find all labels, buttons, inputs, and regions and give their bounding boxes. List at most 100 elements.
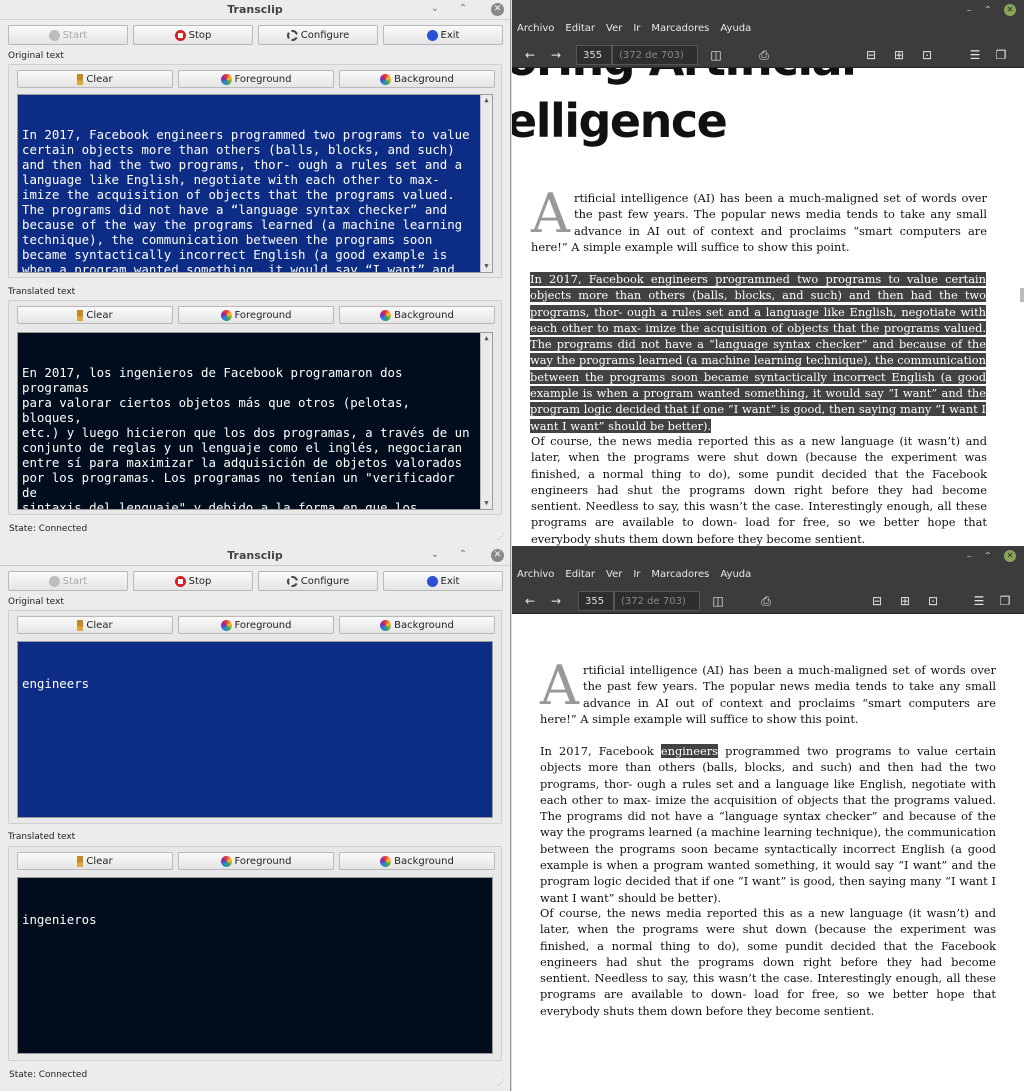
color-wheel-icon xyxy=(220,619,232,631)
resize-grip-icon[interactable]: ⋰ xyxy=(497,1078,505,1087)
continuous-icon[interactable]: ☰ xyxy=(968,45,982,65)
menu-editar[interactable]: Editar xyxy=(565,23,595,34)
exit-button[interactable]: Exit xyxy=(383,25,503,45)
forward-arrow-icon[interactable]: → xyxy=(546,591,566,611)
configure-button[interactable]: Configure xyxy=(258,25,378,45)
menu-ir[interactable]: Ir xyxy=(633,23,640,34)
translated-text-buttons: Clear Foreground Background xyxy=(17,306,495,324)
stop-button[interactable]: Stop xyxy=(133,25,253,45)
minimize-icon[interactable]: ⌄ xyxy=(428,3,442,14)
color-wheel-icon xyxy=(380,73,392,85)
minimize-icon[interactable]: – xyxy=(967,551,972,562)
exit-button[interactable]: Exit xyxy=(383,571,503,591)
configure-button[interactable]: Configure xyxy=(258,571,378,591)
menu-marcadores[interactable]: Marcadores xyxy=(651,569,709,580)
page-number-input[interactable]: 355 xyxy=(578,591,614,611)
zoom-in-icon[interactable]: ⊞ xyxy=(898,591,912,611)
translated-background-button[interactable]: Background xyxy=(339,306,495,324)
menu-ver[interactable]: Ver xyxy=(606,23,622,34)
close-icon[interactable]: ✕ xyxy=(491,549,504,562)
restore-icon[interactable]: ⌃ xyxy=(456,549,470,560)
scroll-down-icon[interactable]: ▼ xyxy=(482,499,491,508)
stop-icon xyxy=(174,575,186,587)
color-wheel-icon xyxy=(220,309,232,321)
color-wheel-icon xyxy=(380,855,392,867)
scroll-down-icon[interactable]: ▼ xyxy=(482,262,491,271)
original-foreground-button[interactable]: Foreground xyxy=(178,616,334,634)
reader-window: Archivo Editar Ver Ir Marcadores Ayuda –… xyxy=(512,546,1024,1091)
translated-text-buttons: Clear Foreground Background xyxy=(17,852,495,870)
translated-foreground-button[interactable]: Foreground xyxy=(178,306,334,324)
original-scrollbar[interactable]: ▲ ▼ xyxy=(480,95,492,272)
broom-icon xyxy=(77,73,84,85)
translated-text-area[interactable]: En 2017, los ingenieros de Facebook prog… xyxy=(17,332,493,510)
original-text-area[interactable]: engineers xyxy=(17,641,493,818)
start-button[interactable]: Start xyxy=(8,25,128,45)
resize-grip-icon[interactable]: ⋰ xyxy=(497,532,505,541)
print-icon[interactable]: ⎙ xyxy=(756,45,772,65)
zoom-in-icon[interactable]: ⊞ xyxy=(892,45,906,65)
menu-marcadores[interactable]: Marcadores xyxy=(651,23,709,34)
start-button[interactable]: Start xyxy=(8,571,128,591)
restore-icon[interactable]: ⌃ xyxy=(984,5,992,16)
menu-ayuda[interactable]: Ayuda xyxy=(720,23,751,34)
menu-archivo[interactable]: Archivo xyxy=(517,23,554,34)
exit-label: Exit xyxy=(440,575,460,587)
original-clear-button[interactable]: Clear xyxy=(17,616,173,634)
stop-label: Stop xyxy=(188,29,212,41)
back-arrow-icon[interactable]: ← xyxy=(520,45,540,65)
zoom-out-icon[interactable]: ⊟ xyxy=(870,591,884,611)
restore-icon[interactable]: ⌃ xyxy=(456,3,470,14)
original-text-area[interactable]: In 2017, Facebook engineers programmed t… xyxy=(17,94,493,273)
menu-editar[interactable]: Editar xyxy=(565,569,595,580)
power-icon xyxy=(426,29,438,41)
selected-word[interactable]: engineers xyxy=(660,744,719,758)
original-background-button[interactable]: Background xyxy=(339,616,495,634)
sidebar-icon[interactable]: ◫ xyxy=(708,45,724,65)
close-icon[interactable]: ✕ xyxy=(1004,550,1016,562)
menu-ver[interactable]: Ver xyxy=(606,569,622,580)
menu-ir[interactable]: Ir xyxy=(633,569,640,580)
translated-scrollbar[interactable]: ▲ ▼ xyxy=(480,333,492,509)
fit-page-icon[interactable]: ⊡ xyxy=(920,45,934,65)
dual-page-icon[interactable]: ❐ xyxy=(994,45,1008,65)
foreground-label: Foreground xyxy=(234,73,292,85)
selected-paragraph[interactable]: In 2017, Facebook engineers programmed t… xyxy=(530,271,986,434)
original-text-group: Clear Foreground Background In 2017, Fac… xyxy=(8,64,502,278)
stop-button[interactable]: Stop xyxy=(133,571,253,591)
menu-ayuda[interactable]: Ayuda xyxy=(720,569,751,580)
forward-arrow-icon[interactable]: → xyxy=(546,45,566,65)
minimize-icon[interactable]: – xyxy=(967,5,972,16)
selection-highlight[interactable]: In 2017, Facebook engineers programmed t… xyxy=(530,272,986,433)
scroll-up-icon[interactable]: ▲ xyxy=(482,334,491,343)
translated-clear-button[interactable]: Clear xyxy=(17,852,173,870)
continuous-icon[interactable]: ☰ xyxy=(972,591,986,611)
translated-clear-button[interactable]: Clear xyxy=(17,306,173,324)
scroll-up-icon[interactable]: ▲ xyxy=(482,96,491,105)
sidebar-icon[interactable]: ◫ xyxy=(710,591,726,611)
restore-icon[interactable]: ⌃ xyxy=(984,551,992,562)
translated-background-button[interactable]: Background xyxy=(339,852,495,870)
original-foreground-button[interactable]: Foreground xyxy=(178,70,334,88)
page-number-input[interactable]: 355 xyxy=(576,45,612,65)
fit-page-icon[interactable]: ⊡ xyxy=(926,591,940,611)
close-icon[interactable]: ✕ xyxy=(491,3,504,16)
color-wheel-icon xyxy=(380,619,392,631)
reader-menubar: Archivo Editar Ver Ir Marcadores Ayuda –… xyxy=(512,0,1024,42)
print-icon[interactable]: ⎙ xyxy=(758,591,774,611)
document-page: Artificial intelligence (AI) has been a … xyxy=(512,614,1024,1091)
dual-page-icon[interactable]: ❐ xyxy=(998,591,1012,611)
selected-paragraph[interactable]: In 2017, Facebook engineers programmed t… xyxy=(540,743,996,906)
translated-text-area[interactable]: ingenieros xyxy=(17,877,493,1054)
menu-archivo[interactable]: Archivo xyxy=(517,569,554,580)
close-icon[interactable]: ✕ xyxy=(1004,4,1016,16)
translated-foreground-button[interactable]: Foreground xyxy=(178,852,334,870)
original-background-button[interactable]: Background xyxy=(339,70,495,88)
translated-text-group: Clear Foreground Background En 2017, los… xyxy=(8,300,502,515)
body-text: Of course, the news media reported this … xyxy=(540,906,996,1018)
reader-scrollbar[interactable] xyxy=(1020,288,1024,302)
original-clear-button[interactable]: Clear xyxy=(17,70,173,88)
zoom-out-icon[interactable]: ⊟ xyxy=(864,45,878,65)
minimize-icon[interactable]: ⌄ xyxy=(428,549,442,560)
back-arrow-icon[interactable]: ← xyxy=(520,591,540,611)
